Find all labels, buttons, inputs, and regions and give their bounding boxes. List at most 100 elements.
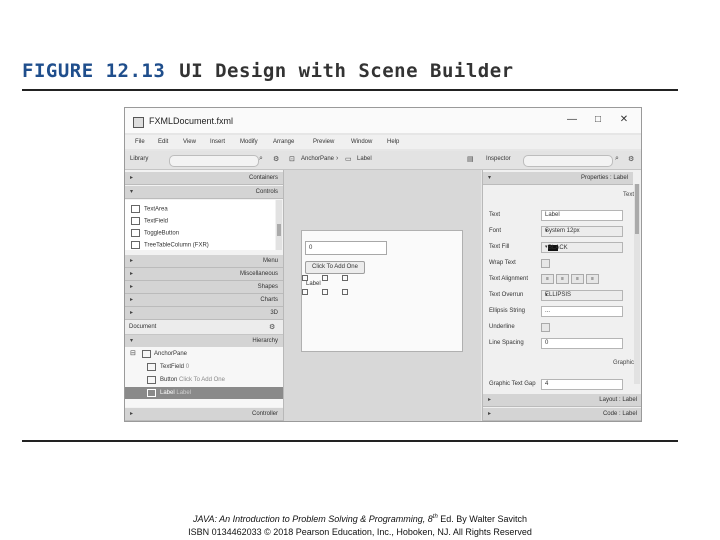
chevron-down-icon: ▾ — [545, 228, 548, 234]
resize-handle[interactable] — [322, 275, 328, 281]
menu-help[interactable]: Help — [387, 139, 399, 145]
menu-view[interactable]: View — [183, 139, 196, 145]
text-fill-picker[interactable]: BLACK ▾ — [541, 242, 623, 253]
section-controls[interactable]: ▾ Controls — [125, 186, 283, 199]
wrap-text-checkbox[interactable] — [541, 259, 550, 268]
underline-checkbox[interactable] — [541, 323, 550, 332]
section-containers[interactable]: ▸ Containers — [125, 172, 283, 185]
search-icon[interactable]: ⌕ — [259, 155, 263, 163]
section-charts[interactable]: ▸ Charts — [125, 294, 283, 307]
menu-modify[interactable]: Modify — [240, 139, 258, 145]
library-scroll-thumb[interactable] — [277, 224, 281, 236]
menu-arrange[interactable]: Arrange — [273, 139, 294, 145]
document-icon[interactable]: ▤ — [467, 155, 474, 163]
scene-builder-window: FXMLDocument.fxml — □ ✕ File Edit View I… — [124, 107, 642, 422]
breadcrumb-separator-icon: › — [336, 155, 339, 162]
textarea-icon — [131, 205, 140, 213]
hierarchy-row-textfield[interactable]: TextField 0 — [125, 361, 283, 373]
section-miscellaneous[interactable]: ▸ Miscellaneous — [125, 268, 283, 281]
library-item-textarea[interactable]: TextArea — [131, 205, 168, 216]
graphic-subsection-heading: Graphic — [612, 360, 634, 366]
text-input[interactable]: Label — [541, 210, 623, 221]
resize-handle[interactable] — [302, 275, 308, 281]
inspector-scroll-thumb[interactable] — [635, 184, 639, 234]
document-gear-icon[interactable]: ⚙ — [269, 323, 275, 331]
toolbar: Library ⌕ ⚙ ⊡ AnchorPane › ▭ Label ▤ Ins… — [125, 151, 641, 170]
section-menu[interactable]: ▸ Menu — [125, 255, 283, 268]
figure-number: FIGURE 12.13 — [22, 60, 166, 82]
hierarchy-row-label[interactable]: Label Label — [125, 387, 283, 399]
menu-window[interactable]: Window — [351, 139, 372, 145]
canvas-label[interactable]: Label — [306, 281, 321, 287]
library-search-input[interactable] — [169, 155, 259, 167]
textfield-icon — [147, 363, 156, 371]
selection-icon[interactable]: ⊡ — [289, 155, 295, 163]
line-spacing-input[interactable]: 0 — [541, 338, 623, 349]
library-item-textfield[interactable]: TextField — [131, 217, 168, 228]
prop-label-text: Text — [489, 212, 501, 218]
menu-insert[interactable]: Insert — [210, 139, 225, 145]
inspector-gear-icon[interactable]: ⚙ — [628, 155, 634, 163]
caption-line-1: JAVA: An Introduction to Problem Solving… — [192, 514, 527, 524]
label-node-icon: ▭ — [345, 156, 352, 163]
anchorpane-icon — [142, 350, 151, 358]
align-center-button[interactable]: ≡ — [556, 274, 569, 284]
inspector-search-input[interactable] — [523, 155, 613, 167]
canvas-textfield[interactable]: 0 — [305, 241, 387, 255]
chevron-down-icon: ▾ — [545, 244, 548, 250]
label-icon — [147, 389, 156, 397]
library-item-togglebutton[interactable]: ToggleButton — [131, 229, 179, 240]
maximize-button[interactable]: □ — [591, 114, 605, 125]
design-area: 0 Click To Add One Label — [284, 170, 481, 421]
button-icon — [147, 376, 156, 384]
close-button[interactable]: ✕ — [617, 114, 631, 125]
togglebutton-icon — [131, 229, 140, 237]
section-controller[interactable]: ▸ Controller — [125, 408, 283, 421]
menu-file[interactable]: File — [135, 139, 145, 145]
breadcrumb-anchorpane[interactable]: AnchorPane — [301, 156, 334, 162]
font-dropdown[interactable]: System 12px ▾ — [541, 226, 623, 237]
menu-preview[interactable]: Preview — [313, 139, 334, 145]
library-gear-icon[interactable]: ⚙ — [273, 155, 279, 163]
align-justify-button[interactable]: ≡ — [586, 274, 599, 284]
hierarchy-row-anchorpane[interactable]: ⊟ AnchorPane — [125, 348, 283, 360]
text-overrun-dropdown[interactable]: ELLIPSIS ▾ — [541, 290, 623, 301]
library-scrollbar[interactable] — [276, 200, 282, 250]
section-layout[interactable]: ▸ Layout : Label — [483, 394, 641, 407]
collapse-arrow-icon: ▾ — [488, 175, 492, 181]
resize-handle[interactable] — [342, 275, 348, 281]
top-rule — [22, 89, 678, 91]
library-item-treetablecolumn[interactable]: TreeTableColumn (FXR) — [131, 241, 209, 250]
minimize-button[interactable]: — — [565, 114, 579, 125]
canvas-button[interactable]: Click To Add One — [305, 261, 365, 274]
text-subsection-heading: Text — [622, 192, 634, 198]
section-code[interactable]: ▸ Code : Label — [483, 408, 641, 421]
hierarchy-row-button[interactable]: Button Click To Add One — [125, 374, 283, 386]
resize-handle[interactable] — [342, 289, 348, 295]
ellipsis-string-input[interactable]: ... — [541, 306, 623, 317]
inspector-label: Inspector — [486, 156, 511, 162]
resize-handle[interactable] — [302, 289, 308, 295]
anchorpane-canvas[interactable]: 0 Click To Add One Label — [301, 230, 463, 352]
library-label: Library — [130, 156, 149, 162]
align-left-button[interactable]: ≡ — [541, 274, 554, 284]
prop-label-text-alignment: Text Alignment — [489, 276, 529, 282]
menu-bar: File Edit View Insert Modify Arrange Pre… — [125, 135, 641, 149]
breadcrumb-label[interactable]: Label — [357, 156, 372, 162]
section-3d[interactable]: ▸ 3D — [125, 307, 283, 320]
expand-arrow-icon: ▸ — [130, 411, 134, 417]
menu-edit[interactable]: Edit — [158, 139, 168, 145]
collapse-arrow-icon: ▾ — [130, 189, 134, 195]
section-shapes[interactable]: ▸ Shapes — [125, 281, 283, 294]
collapse-arrow-icon: ▾ — [130, 338, 134, 344]
expand-arrow-icon: ▸ — [130, 284, 134, 290]
inspector-search-icon[interactable]: ⌕ — [615, 155, 619, 163]
inspector-scrollbar[interactable] — [634, 184, 640, 384]
resize-handle[interactable] — [322, 289, 328, 295]
prop-label-text-overrun: Text Overrun — [489, 292, 524, 298]
tree-collapse-icon[interactable]: ⊟ — [130, 349, 136, 357]
graphic-text-gap-input[interactable]: 4 — [541, 379, 623, 390]
align-right-button[interactable]: ≡ — [571, 274, 584, 284]
prop-label-text-fill: Text Fill — [489, 244, 510, 250]
section-properties[interactable]: ▾ Properties : Label — [483, 172, 633, 185]
